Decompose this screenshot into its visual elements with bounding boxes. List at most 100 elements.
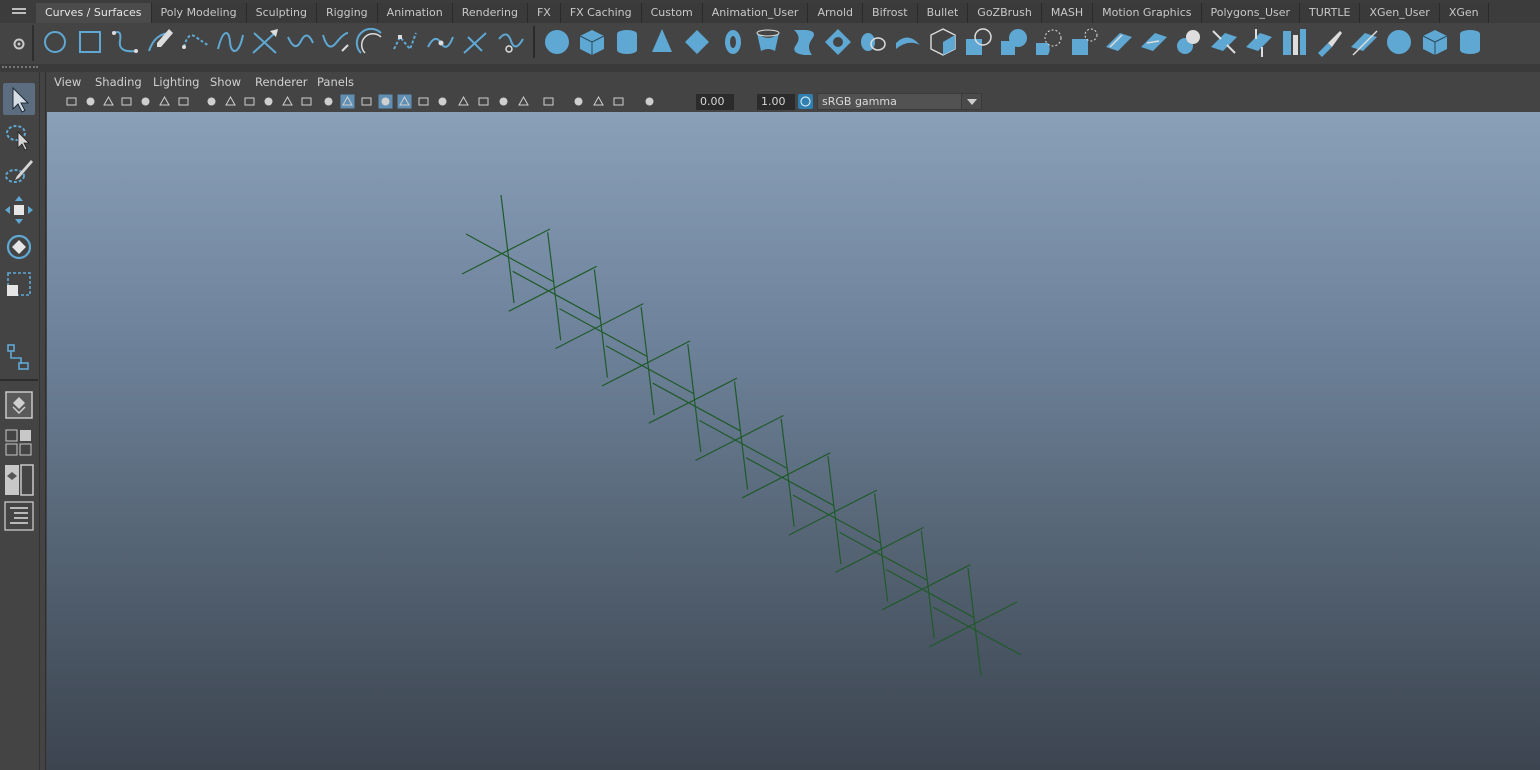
panels-menu[interactable]: Panels — [317, 75, 354, 89]
curve-point-icon[interactable] — [388, 25, 422, 59]
shelf-tab-rendering[interactable]: Rendering — [452, 3, 528, 23]
shelf-tab-mash[interactable]: MASH — [1041, 3, 1094, 23]
untrim-icon[interactable] — [1172, 25, 1206, 59]
smooth-shade-icon[interactable] — [340, 94, 355, 109]
extrude-icon[interactable] — [856, 25, 890, 59]
detach-surfaces-icon[interactable] — [1242, 25, 1276, 59]
persp-outliner-layout-icon[interactable] — [3, 464, 35, 496]
shelf-menu-icon[interactable] — [12, 8, 26, 18]
joint-chain[interactable] — [47, 112, 1540, 770]
view-transform-toggle-icon[interactable] — [798, 94, 813, 109]
birail-icon[interactable] — [891, 25, 925, 59]
exposure-field[interactable]: 0.00 — [696, 94, 734, 110]
surface-editing-icon[interactable] — [1453, 25, 1487, 59]
paint-select-tool-icon[interactable] — [3, 156, 35, 188]
screen-space-ao-icon[interactable] — [456, 94, 471, 109]
nurbs-cube-icon[interactable] — [575, 25, 609, 59]
ep-curve-icon[interactable] — [178, 25, 212, 59]
single-perspective-layout-icon[interactable] — [3, 389, 35, 421]
boundary-icon[interactable] — [926, 25, 960, 59]
attach-surfaces-icon[interactable] — [1207, 25, 1241, 59]
shelf-gear-icon[interactable] — [12, 37, 26, 51]
shelf-splitter[interactable] — [0, 64, 1540, 72]
perspective-viewport[interactable] — [47, 112, 1540, 770]
arc-icon[interactable] — [283, 25, 317, 59]
joint[interactable] — [928, 567, 1022, 677]
2d-pan-zoom-icon[interactable] — [138, 94, 153, 109]
gamma-field[interactable]: 1.00 — [757, 94, 795, 110]
soft-mod-tool-icon[interactable] — [3, 340, 35, 372]
detach-curve-icon[interactable] — [423, 25, 457, 59]
depth-of-field-icon[interactable] — [516, 94, 531, 109]
nurbs-cone-icon[interactable] — [645, 25, 679, 59]
use-all-lights-icon[interactable] — [416, 94, 431, 109]
xray-active-icon[interactable] — [591, 94, 606, 109]
wireframe-icon[interactable] — [321, 94, 336, 109]
isolate-select-icon[interactable] — [541, 94, 556, 109]
view-menu[interactable]: View — [54, 75, 81, 89]
cv-curve-icon[interactable] — [108, 25, 142, 59]
extend-icon[interactable] — [1347, 25, 1381, 59]
renderer-menu[interactable]: Renderer — [255, 75, 308, 89]
field-chart-icon[interactable] — [261, 94, 276, 109]
shelf-tab-sculpting[interactable]: Sculpting — [246, 3, 317, 23]
nurbs-sphere-icon[interactable] — [540, 25, 574, 59]
scale-tool-icon[interactable] — [3, 268, 35, 300]
xray-joints-icon[interactable] — [571, 94, 586, 109]
shelf-tab-xgen[interactable]: XGen — [1439, 3, 1489, 23]
shelf-tab-animation[interactable]: Animation — [377, 3, 453, 23]
move-tool-icon[interactable] — [3, 194, 35, 226]
shelf-tab-fx-caching[interactable]: FX Caching — [560, 3, 642, 23]
shelf-tab-motion-graphics[interactable]: Motion Graphics — [1093, 3, 1202, 23]
arc-tool-icon[interactable] — [318, 25, 352, 59]
xray-icon[interactable] — [397, 94, 412, 109]
four-view-layout-icon[interactable] — [3, 428, 35, 460]
shelf-tab-bifrost[interactable]: Bifrost — [863, 3, 918, 23]
bend-curve-icon[interactable] — [353, 25, 387, 59]
bezier-curve-icon[interactable] — [213, 25, 247, 59]
shelf-tab-arnold[interactable]: Arnold — [808, 3, 864, 23]
resolution-gate-icon[interactable] — [223, 94, 238, 109]
insert-isoparm-icon[interactable] — [1312, 25, 1346, 59]
camera-attributes-icon[interactable] — [83, 94, 98, 109]
safe-action-icon[interactable] — [280, 94, 295, 109]
curve-tool-icon[interactable] — [248, 25, 282, 59]
nurbs-circle-icon[interactable] — [38, 25, 72, 59]
shelf-tab-polygons-user[interactable]: Polygons_User — [1201, 3, 1301, 23]
shadows-icon[interactable] — [435, 94, 450, 109]
intersect-icon[interactable] — [1102, 25, 1136, 59]
multisample-aa-icon[interactable] — [496, 94, 511, 109]
chevron-down-icon[interactable] — [961, 94, 981, 109]
gate-mask-icon[interactable] — [242, 94, 257, 109]
outliner-icon[interactable] — [3, 500, 35, 532]
shelf-tab-fx[interactable]: FX — [527, 3, 561, 23]
lasso-tool-icon[interactable] — [3, 120, 35, 152]
shelf-tab-custom[interactable]: Custom — [641, 3, 703, 23]
shelf-tab-turtle[interactable]: TURTLE — [1300, 3, 1361, 23]
safe-title-icon[interactable] — [299, 94, 314, 109]
use-default-material-icon[interactable] — [359, 94, 374, 109]
shelf-tab-poly-modeling[interactable]: Poly Modeling — [151, 3, 247, 23]
planar-icon[interactable] — [821, 25, 855, 59]
sculpt-geometry-icon[interactable] — [1418, 25, 1452, 59]
exposure-reset-icon[interactable] — [642, 94, 657, 109]
camera-select-icon[interactable] — [64, 94, 79, 109]
pencil-curve-icon[interactable] — [143, 25, 177, 59]
shelf-tab-animation-user[interactable]: Animation_User — [702, 3, 809, 23]
rebuild-icon[interactable] — [1382, 25, 1416, 59]
select-tool-icon[interactable] — [3, 83, 35, 115]
image-plane-icon[interactable] — [119, 94, 134, 109]
bevel-icon[interactable] — [996, 25, 1030, 59]
shelf-tab-gozbrush[interactable]: GoZBrush — [968, 3, 1042, 23]
shelf-tab-rigging[interactable]: Rigging — [316, 3, 378, 23]
project-curve-icon[interactable] — [1137, 25, 1171, 59]
cut-curve-icon[interactable] — [458, 25, 492, 59]
film-gate-icon[interactable] — [204, 94, 219, 109]
grid-icon[interactable] — [176, 94, 191, 109]
wireframe-on-shaded-icon[interactable] — [378, 94, 393, 109]
trim-icon[interactable] — [1067, 25, 1101, 59]
nurbs-square-icon[interactable] — [73, 25, 107, 59]
lighting-menu[interactable]: Lighting — [153, 75, 199, 89]
bevel-plus-icon[interactable] — [1031, 25, 1065, 59]
motion-blur-icon[interactable] — [476, 94, 491, 109]
